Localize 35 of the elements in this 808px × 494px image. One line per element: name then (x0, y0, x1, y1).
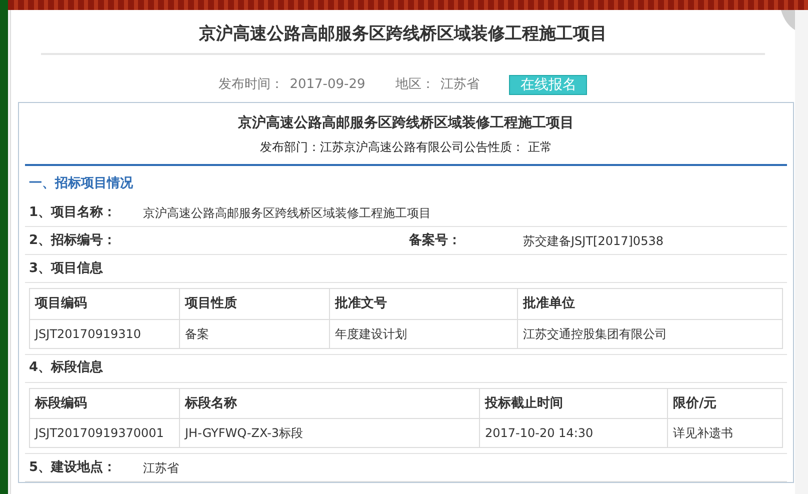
column-header: 限价/元 (668, 388, 782, 418)
page-title: 京沪高速公路高邮服务区跨线桥区域装修工程施工项目 (198, 23, 608, 46)
notice-meta: 发布部门：江苏京沪高速公路有限公司公告性质： 正常 (259, 138, 553, 156)
table-cell: 详见补遗书 (668, 418, 782, 448)
table-cell: JSJT20170919310 (30, 319, 180, 348)
column-header: 项目性质 (180, 288, 330, 319)
column-header: 投标截止时间 (480, 388, 668, 418)
field-label: 1、项目名称： (29, 204, 118, 222)
field-value: 江苏省 (143, 460, 179, 476)
table-cell: JH-GYFWQ-ZX-3标段 (180, 418, 480, 448)
field-label: 5、建设地点： (29, 458, 118, 477)
table-cell: JSJT20170919370001 (30, 418, 180, 448)
section-heading: 一、招标项目情况 (28, 174, 134, 192)
table-cell: 江苏交通控股集团有限公司 (518, 319, 782, 348)
column-header: 标段编码 (30, 388, 180, 418)
register-button[interactable]: 在线报名 (509, 74, 588, 94)
column-header: 项目编码 (30, 288, 180, 319)
date-label: 发布时间： (218, 76, 284, 94)
table-cell: 备案 (180, 319, 330, 348)
date-value: 2017-09-29 (290, 76, 366, 94)
field-value: 苏交建备JSJT[2017]0538 (523, 232, 664, 250)
column-header: 批准单位 (518, 288, 782, 319)
column-header: 批准文号 (330, 288, 518, 319)
table-cell: 2017-10-20 14:30 (480, 418, 668, 448)
field-label: 备案号： (409, 232, 462, 250)
region-value: 江苏省 (440, 76, 480, 94)
field-value: 京沪高速公路高邮服务区跨线桥区域装修工程施工项目 (143, 204, 431, 222)
field-label: 4、标段信息 (29, 359, 104, 378)
field-label: 3、项目信息 (29, 260, 104, 278)
region-label: 地区： (395, 76, 434, 94)
column-header: 标段名称 (180, 388, 480, 418)
notice-title: 京沪高速公路高邮服务区跨线桥区域装修工程施工项目 (237, 114, 575, 132)
field-label: 2、招标编号： (29, 232, 118, 250)
table-cell: 年度建设计划 (330, 319, 518, 348)
page-curl-icon (781, 10, 795, 30)
